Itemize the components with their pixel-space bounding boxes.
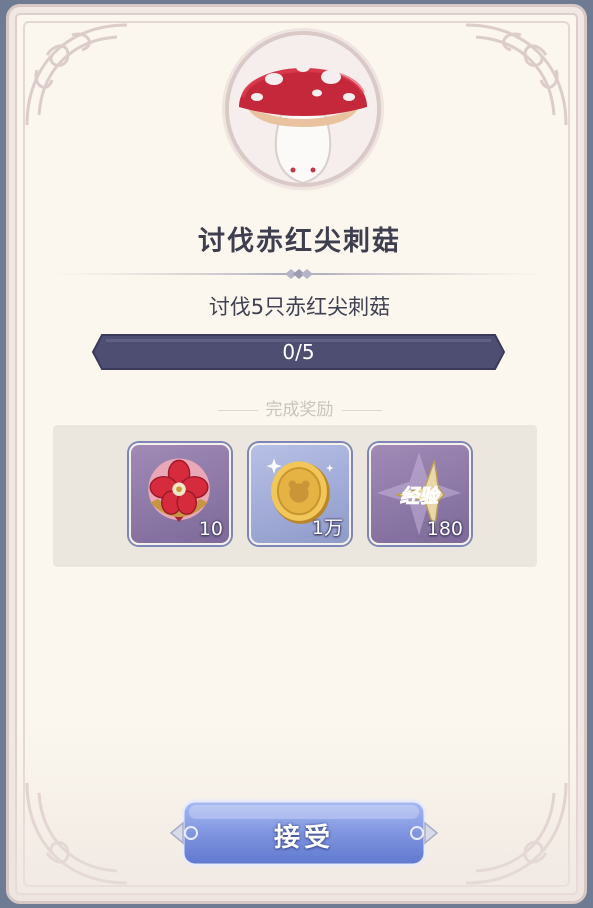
reward-section-label: 完成奖励 — [9, 395, 584, 420]
reward-item-flower-emblem[interactable]: 10 — [129, 443, 231, 545]
reward-list: 10 1万 经验 180 — [53, 425, 537, 567]
ornament-corner-icon — [456, 15, 576, 135]
ornament-corner-icon — [17, 15, 137, 135]
quest-progress-bar: 0/5 — [92, 333, 505, 371]
quest-description: 讨伐5只赤红尖刺菇 — [208, 295, 391, 319]
label-divider-right — [341, 409, 382, 411]
experience-icon-text: 经验 — [400, 485, 441, 508]
reward-item-gold-coin[interactable]: 1万 — [249, 443, 351, 545]
reward-label-text: 完成奖励 — [265, 400, 334, 420]
monster-portrait — [225, 31, 381, 187]
red-mushroom-icon — [229, 35, 377, 183]
label-divider-left — [217, 409, 258, 411]
accept-button[interactable]: 接受 — [169, 795, 439, 871]
reward-count: 10 — [198, 518, 223, 540]
quest-card: 讨伐赤红尖刺菇 讨伐5只赤红尖刺菇 0/5 完成奖励 10 1万 经验 180 … — [6, 4, 587, 904]
accept-button-label: 接受 — [273, 823, 334, 853]
reward-count: 180 — [426, 518, 463, 540]
reward-item-experience[interactable]: 经验 180 — [369, 443, 471, 545]
quest-title: 讨伐赤红尖刺菇 — [198, 226, 401, 257]
progress-text: 0/5 — [282, 340, 315, 364]
reward-count: 1万 — [311, 517, 343, 539]
title-divider — [49, 265, 549, 279]
